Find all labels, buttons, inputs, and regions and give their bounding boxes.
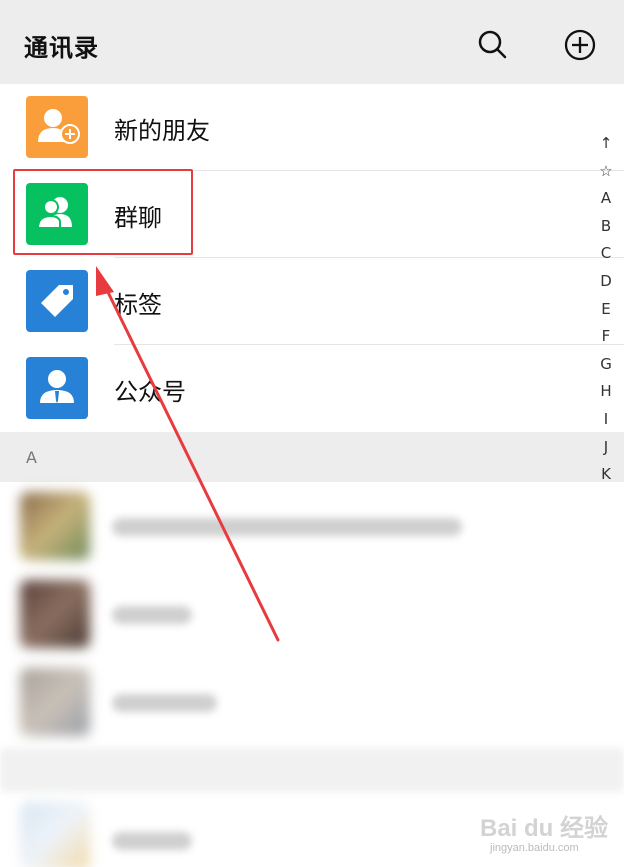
baidu-watermark: Bai du 经验 jingyan.baidu.com	[480, 808, 620, 858]
watermark-sub: jingyan.baidu.com	[490, 842, 579, 854]
watermark-main: Bai du 经验	[480, 815, 609, 842]
annotation-arrow	[96, 266, 280, 642]
